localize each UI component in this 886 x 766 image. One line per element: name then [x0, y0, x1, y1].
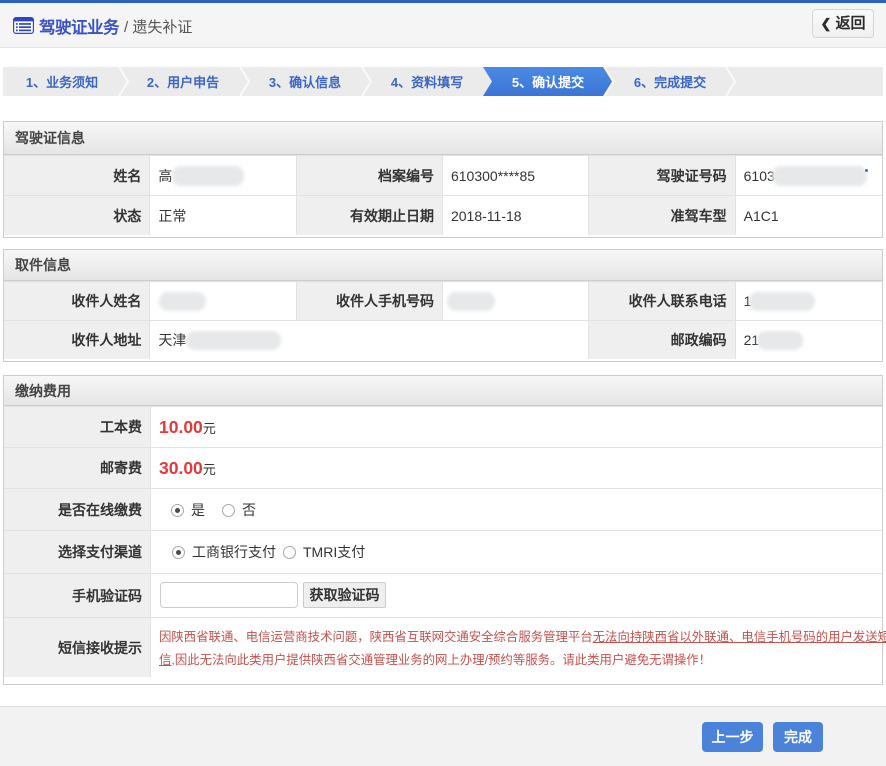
svg-text:6、完成提交: 6、完成提交 [634, 75, 706, 90]
svg-text:2、用户申告: 2、用户申告 [147, 75, 219, 90]
svg-text:4、资料填写: 4、资料填写 [391, 75, 463, 90]
svg-text:3、确认信息: 3、确认信息 [269, 75, 341, 90]
svg-text:5、确认提交: 5、确认提交 [512, 75, 584, 90]
svg-text:1、业务须知: 1、业务须知 [26, 75, 98, 90]
